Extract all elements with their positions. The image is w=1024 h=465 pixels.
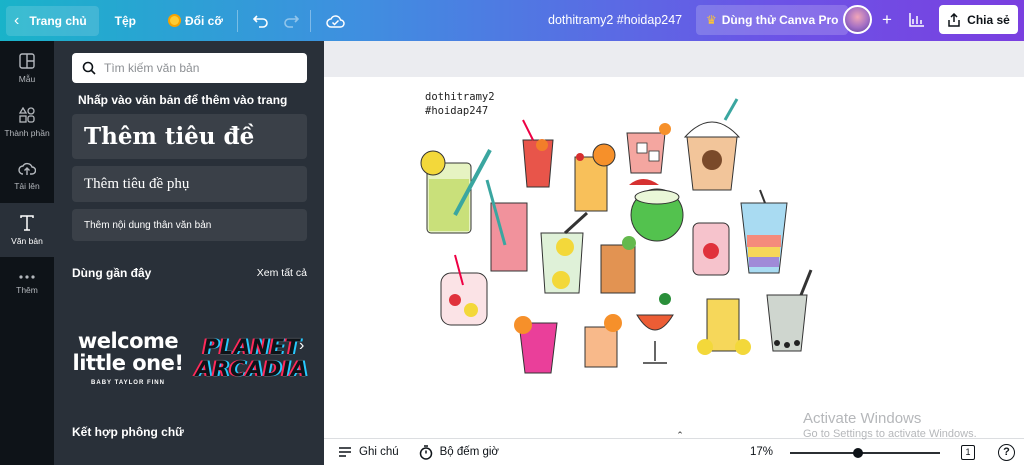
lemon-iced-drink-icon xyxy=(697,298,751,355)
rail-label: Thành phần xyxy=(4,127,50,138)
zoom-slider-handle[interactable] xyxy=(852,448,863,458)
rail-item-more[interactable]: Thêm xyxy=(0,257,54,311)
document-title[interactable]: dothitramy2 #hoidap247 xyxy=(548,0,682,41)
timer-icon xyxy=(419,444,432,460)
rail-label: Văn bản xyxy=(11,235,43,246)
text-panel: Nhấp vào văn bản để thêm vào trang Thêm … xyxy=(54,41,324,465)
divider xyxy=(309,9,311,32)
coffee-cup-icon xyxy=(683,98,741,191)
left-rail: Mẫu Thành phần Tải lên Văn bản Thêm xyxy=(0,41,54,465)
timer-label: Bộ đếm giờ xyxy=(439,446,499,458)
chevron-left-icon: ‹ xyxy=(14,11,20,29)
undo-icon[interactable] xyxy=(246,6,276,36)
font-preview-line: ARCADIA xyxy=(195,357,309,381)
rail-item-templates[interactable]: Mẫu xyxy=(0,41,54,95)
search-icon xyxy=(82,61,96,75)
coconut-drink-icon xyxy=(629,179,684,242)
add-heading-button[interactable]: Thêm tiêu đề xyxy=(72,114,307,159)
rainbow-boba-icon xyxy=(740,189,788,274)
lemonade-glass-icon xyxy=(420,149,492,234)
redo-icon[interactable] xyxy=(276,6,306,36)
top-bar: ‹ Trang chủ Tệp Đổi cỡ dothitramy2 #hoid… xyxy=(0,0,1024,41)
divider xyxy=(236,9,238,32)
notes-icon xyxy=(339,447,351,457)
home-button[interactable]: ‹ Trang chủ xyxy=(6,5,99,36)
insights-icon[interactable] xyxy=(902,5,932,35)
text-icon xyxy=(20,214,34,231)
zoom-slider[interactable] xyxy=(790,448,940,458)
panel-hint: Nhấp vào văn bản để thêm vào trang xyxy=(78,93,288,107)
font-preview-line: little one! xyxy=(72,351,184,375)
add-subheading-button[interactable]: Thêm tiêu đề phụ xyxy=(72,166,307,202)
font-preview-line: PLANET xyxy=(203,335,301,359)
font-preview-line: welcome xyxy=(77,329,179,353)
peach-tea-icon xyxy=(584,314,622,368)
mint-lemon-drink-icon xyxy=(540,211,589,294)
iced-tea-icon xyxy=(600,236,636,294)
rail-item-uploads[interactable]: Tải lên xyxy=(0,149,54,203)
coin-icon xyxy=(168,14,182,27)
chevron-right-icon[interactable]: › xyxy=(299,337,304,355)
rail-label: Tải lên xyxy=(14,181,40,191)
notes-label: Ghi chú xyxy=(359,446,399,458)
drinks-illustration[interactable] xyxy=(415,95,815,385)
bottom-bar: Ghi chú Bộ đếm giờ 17% 1 ? xyxy=(324,438,1024,465)
rail-label: Mẫu xyxy=(18,73,36,84)
add-body-text-button[interactable]: Thêm nội dung thân văn bản xyxy=(72,209,307,241)
page-count-button[interactable]: 1 xyxy=(961,445,975,460)
boba-tea-icon xyxy=(766,269,813,352)
avatar[interactable] xyxy=(843,5,872,34)
font-combos-title: Kết hợp phông chữ xyxy=(72,425,184,439)
rail-item-text[interactable]: Văn bản xyxy=(0,203,54,257)
plus-icon[interactable]: + xyxy=(872,5,902,35)
share-icon xyxy=(948,12,960,27)
share-label: Chia sẻ xyxy=(967,12,1010,27)
cloud-upload-icon xyxy=(18,162,36,175)
see-all-link[interactable]: Xem tất cả xyxy=(257,267,307,279)
cherry-drink-icon xyxy=(522,119,554,188)
pink-cocktail-icon xyxy=(514,316,558,374)
rail-item-elements[interactable]: Thành phần xyxy=(0,95,54,149)
try-pro-button[interactable]: ♛ Dùng thử Canva Pro xyxy=(696,5,849,35)
recent-font-welcome[interactable]: welcome little one! BABY TAYLOR FINN xyxy=(72,303,184,413)
home-label: Trang chủ xyxy=(29,13,87,28)
strawberry-lemon-jar-icon xyxy=(440,254,488,326)
font-preview-caption: BABY TAYLOR FINN xyxy=(91,380,165,386)
sunset-cocktail-icon xyxy=(636,293,674,364)
file-label: Tệp xyxy=(114,13,137,28)
watermark-subtitle: Go to Settings to activate Windows. xyxy=(803,428,977,440)
recent-font-planet-arcadia[interactable]: PLANET ARCADIA xyxy=(196,303,308,413)
strawberry-milk-icon xyxy=(692,222,730,276)
ice-drink-icon xyxy=(626,123,671,174)
search-box[interactable] xyxy=(72,53,307,83)
activate-windows-watermark: Activate Windows Go to Settings to activ… xyxy=(803,410,977,440)
cloud-saved-icon[interactable] xyxy=(321,6,351,36)
try-pro-label: Dùng thử Canva Pro xyxy=(721,13,839,27)
notes-button[interactable]: Ghi chú xyxy=(338,446,399,458)
shapes-icon xyxy=(19,106,35,123)
watermark-title: Activate Windows xyxy=(803,410,922,427)
zoom-level[interactable]: 17% xyxy=(750,446,773,458)
file-menu-button[interactable]: Tệp xyxy=(105,6,146,36)
recent-section-title: Dùng gần đây xyxy=(72,266,152,280)
more-dots-icon xyxy=(19,274,35,279)
timer-button[interactable]: Bộ đếm giờ xyxy=(419,444,499,460)
resize-button[interactable]: Đổi cỡ xyxy=(158,6,233,36)
resize-label: Đổi cỡ xyxy=(185,13,223,28)
rail-label: Thêm xyxy=(16,284,38,295)
watermelon-drink-icon xyxy=(485,179,528,272)
share-button[interactable]: Chia sẻ xyxy=(939,5,1018,34)
search-input[interactable] xyxy=(104,61,294,75)
crown-icon: ♛ xyxy=(706,13,717,27)
layout-icon xyxy=(19,52,35,69)
help-button[interactable]: ? xyxy=(998,444,1015,461)
orange-drink-icon xyxy=(574,143,616,212)
